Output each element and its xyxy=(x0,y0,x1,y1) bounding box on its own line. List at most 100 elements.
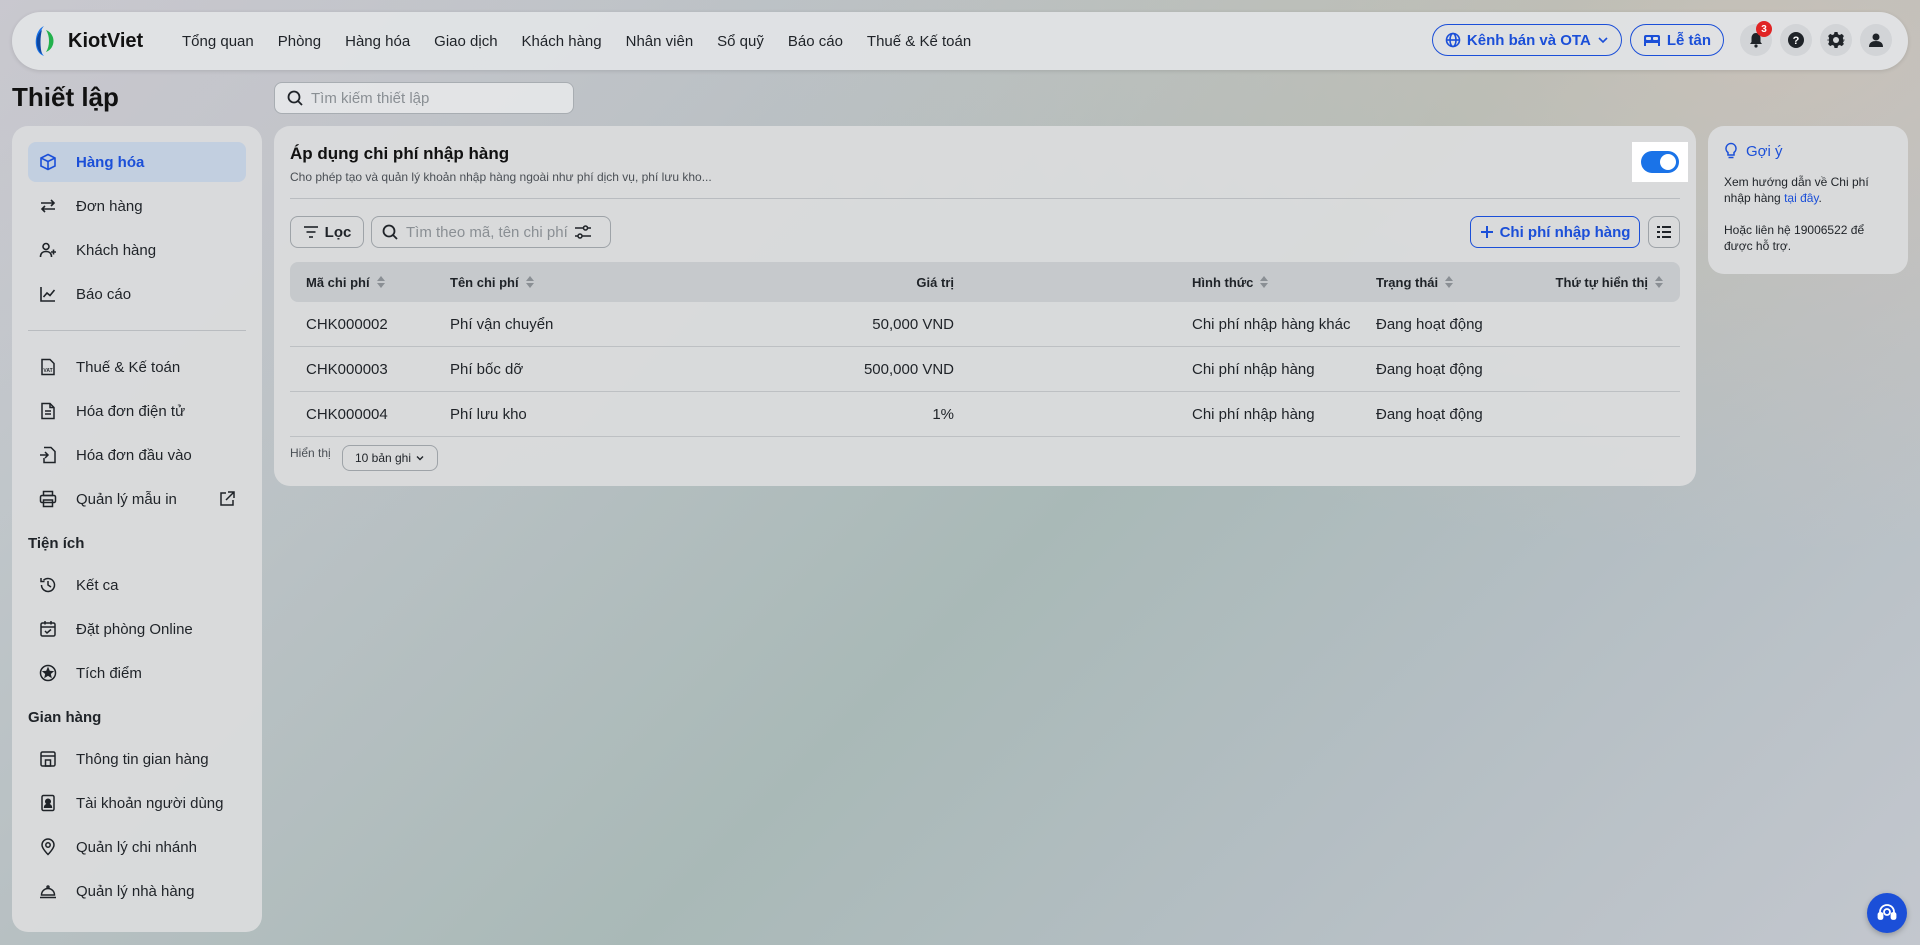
sidebar-item-user-accounts[interactable]: Tài khoản người dùng xyxy=(28,783,246,823)
filter-label: Lọc xyxy=(324,223,352,241)
nav-products[interactable]: Hàng hóa xyxy=(345,33,410,50)
toggle-container xyxy=(1632,142,1688,182)
nav-overview[interactable]: Tổng quan xyxy=(182,33,254,50)
nav-transactions[interactable]: Giao dịch xyxy=(434,33,497,50)
swap-icon xyxy=(40,199,56,213)
history-icon xyxy=(40,577,56,593)
table-row[interactable]: CHK000004 Phí lưu kho 1% Chi phí nhập hà… xyxy=(290,392,1680,437)
sidebar-item-shift-close[interactable]: Kết ca xyxy=(28,565,246,605)
sidebar-item-e-invoice[interactable]: Hóa đơn điện tử xyxy=(28,391,246,431)
nav-staff[interactable]: Nhân viên xyxy=(626,33,694,50)
nav-cashbook[interactable]: Sổ quỹ xyxy=(717,33,764,50)
column-header-name[interactable]: Tên chi phí xyxy=(450,262,535,302)
cell-status: Đang hoạt động xyxy=(1376,360,1483,378)
sidebar-item-orders[interactable]: Đơn hàng xyxy=(28,186,246,226)
external-link-icon[interactable] xyxy=(218,490,236,508)
nav-customers[interactable]: Khách hàng xyxy=(522,33,602,50)
sidebar-item-label: Quản lý chi nhánh xyxy=(76,838,197,856)
sidebar-item-tax-accounting[interactable]: VAT Thuế & Kế toán xyxy=(28,347,246,387)
sidebar-item-print-templates[interactable]: Quản lý mẫu in xyxy=(28,479,246,519)
cell-status: Đang hoạt động xyxy=(1376,405,1483,423)
channels-ota-button[interactable]: Kênh bán và OTA xyxy=(1431,24,1622,56)
sidebar-item-reports[interactable]: Báo cáo xyxy=(28,274,246,314)
cell-type: Chi phí nhập hàng xyxy=(1192,360,1315,378)
column-header-value[interactable]: Giá trị xyxy=(916,262,954,302)
page-size-value: 10 bản ghi xyxy=(354,451,412,465)
sidebar-item-label: Tích điểm xyxy=(76,664,142,682)
invoice-in-icon xyxy=(40,446,56,464)
page-size-label: Hiển thị xyxy=(290,446,331,460)
table-row[interactable]: CHK000003 Phí bốc dỡ 500,000 VND Chi phí… xyxy=(290,347,1680,392)
nav-rooms[interactable]: Phòng xyxy=(278,33,321,50)
table-header: Mã chi phí Tên chi phí Giá trị Hình thức… xyxy=(290,262,1680,302)
chevron-down-icon xyxy=(1598,37,1608,44)
sidebar-item-label: Tài khoản người dùng xyxy=(76,794,224,812)
cell-name: Phí lưu kho xyxy=(450,405,527,423)
sidebar-item-loyalty-points[interactable]: Tích điểm xyxy=(28,653,246,693)
sidebar-item-label: Đặt phòng Online xyxy=(76,620,193,638)
kiotviet-logo[interactable]: KiotViet xyxy=(28,24,166,58)
column-header-display-order[interactable]: Thứ tự hiển thị xyxy=(1556,262,1664,302)
table-row[interactable]: CHK000002 Phí vận chuyển 50,000 VND Chi … xyxy=(290,302,1680,347)
sidebar-divider xyxy=(28,330,246,331)
reception-button[interactable]: Lễ tân xyxy=(1629,24,1724,56)
sidebar-item-online-booking[interactable]: Đặt phòng Online xyxy=(28,609,246,649)
top-right-actions: Kênh bán và OTA Lễ tân 3 ? xyxy=(1431,21,1892,56)
help-button[interactable]: ? xyxy=(1780,24,1812,56)
sidebar-item-input-invoice[interactable]: Hóa đơn đầu vào xyxy=(28,435,246,475)
settings-search-box[interactable] xyxy=(274,82,574,114)
sidebar-item-label: Thuế & Kế toán xyxy=(76,358,181,376)
column-header-type[interactable]: Hình thức xyxy=(1192,262,1269,302)
top-navigation-bar: KiotViet Tổng quan Phòng Hàng hóa Giao d… xyxy=(12,12,1908,70)
filter-button[interactable]: Lọc xyxy=(290,216,364,248)
box-icon xyxy=(40,153,56,171)
sidebar-item-store-info[interactable]: Thông tin gian hàng xyxy=(28,739,246,779)
chevron-down-icon xyxy=(416,456,424,461)
sidebar-item-label: Hàng hóa xyxy=(76,153,145,171)
user-icon xyxy=(1869,33,1883,47)
headset-icon xyxy=(1877,904,1897,920)
hint-guide-link[interactable]: tại đây xyxy=(1784,191,1818,205)
settings-search-input[interactable] xyxy=(311,89,511,107)
sort-icon xyxy=(376,276,385,288)
nav-tax-accounting[interactable]: Thuế & Kế toán xyxy=(867,33,971,50)
nav-reports[interactable]: Báo cáo xyxy=(788,33,843,50)
page-size-select[interactable]: 10 bản ghi xyxy=(342,445,438,471)
cost-search-box[interactable] xyxy=(371,216,611,248)
sidebar-item-restaurant[interactable]: Quản lý nhà hàng xyxy=(28,871,246,911)
search-icon xyxy=(382,224,398,240)
column-header-label: Mã chi phí xyxy=(306,274,370,290)
cost-search-input[interactable] xyxy=(406,223,568,241)
column-header-code[interactable]: Mã chi phí xyxy=(306,262,386,302)
hint-title: Gợi ý xyxy=(1724,142,1892,160)
support-chat-button[interactable] xyxy=(1867,893,1907,933)
column-header-label: Tên chi phí xyxy=(450,274,519,290)
sidebar-item-label: Đơn hàng xyxy=(76,197,143,215)
settings-button[interactable] xyxy=(1820,24,1852,56)
channels-ota-label: Kênh bán và OTA xyxy=(1466,31,1591,49)
sidebar-item-branches[interactable]: Quản lý chi nhánh xyxy=(28,827,246,867)
cell-value: 1% xyxy=(932,405,954,423)
import-cost-card: Áp dụng chi phí nhập hàng Cho phép tạo v… xyxy=(274,126,1696,486)
cell-code: CHK000002 xyxy=(306,315,388,333)
bed-icon xyxy=(1643,35,1660,46)
hint-contact-text: Hoặc liên hệ 19006522 để được hỗ trợ. xyxy=(1724,223,1865,253)
card-divider xyxy=(290,198,1680,199)
location-icon xyxy=(41,838,55,856)
add-import-cost-button[interactable]: Chi phí nhập hàng xyxy=(1470,216,1640,248)
sidebar-item-products[interactable]: Hàng hóa xyxy=(28,142,246,182)
account-button[interactable] xyxy=(1860,24,1892,56)
svg-text:VAT: VAT xyxy=(43,368,52,374)
sort-icon xyxy=(1260,276,1269,288)
sliders-icon[interactable] xyxy=(574,224,592,240)
column-header-status[interactable]: Trạng thái xyxy=(1376,262,1454,302)
users-icon xyxy=(39,242,56,258)
notification-badge: 3 xyxy=(1756,21,1772,37)
search-icon xyxy=(287,90,303,106)
notifications-button[interactable]: 3 xyxy=(1740,21,1772,56)
column-settings-button[interactable] xyxy=(1648,216,1680,248)
apply-import-cost-toggle[interactable] xyxy=(1641,151,1679,173)
cell-value: 500,000 VND xyxy=(863,360,954,378)
sidebar-item-customers[interactable]: Khách hàng xyxy=(28,230,246,270)
help-icon: ? xyxy=(1788,32,1804,48)
